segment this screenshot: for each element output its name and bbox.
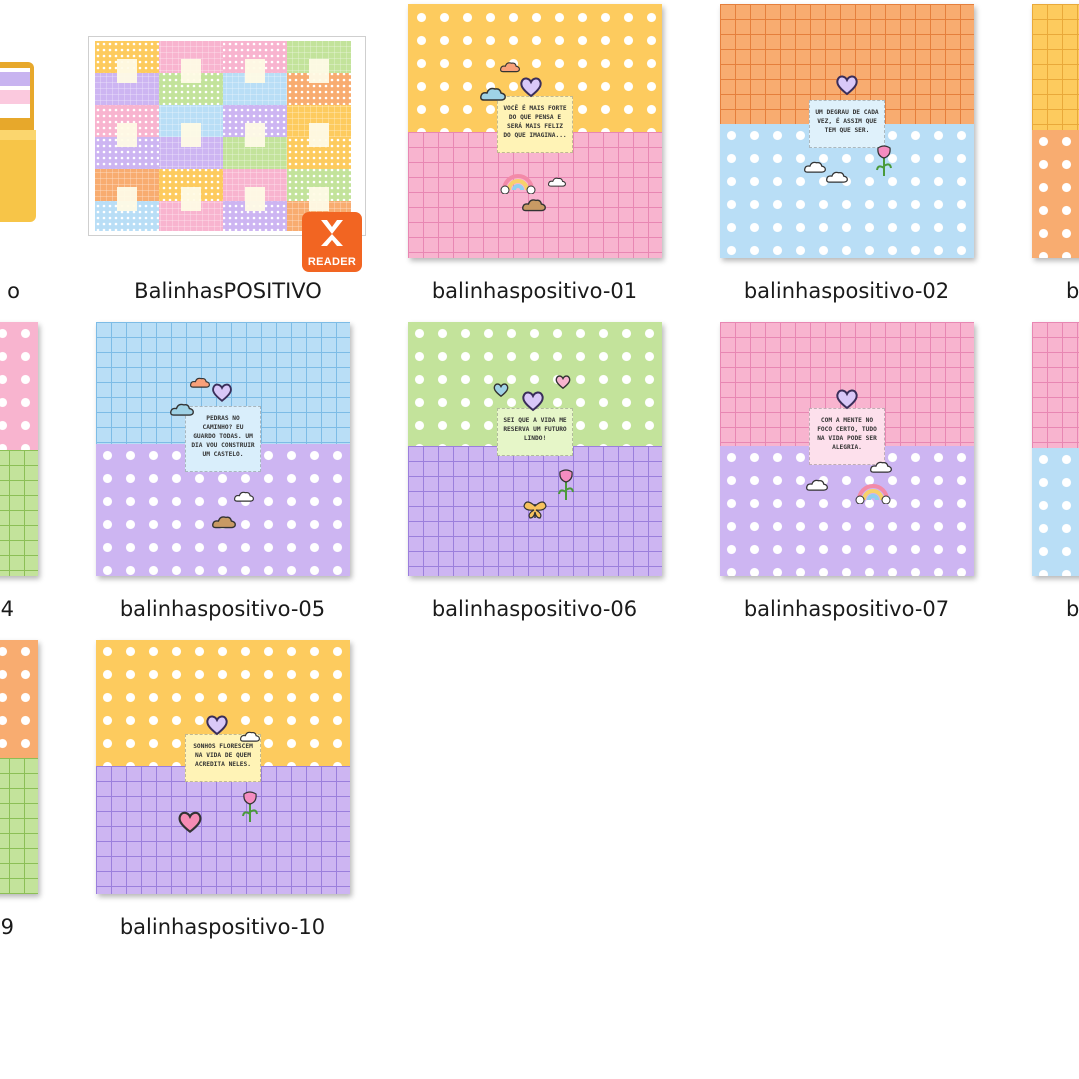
cloud-icon [826, 171, 848, 183]
cloud-icon [522, 199, 546, 212]
file-name: balinhaspositivo-07 [743, 597, 950, 621]
heart-icon [522, 391, 544, 412]
cloud-icon [500, 62, 520, 73]
quote-card: PEDRAS NO CAMINHO? EU GUARDO TODAS. UM D… [185, 406, 261, 472]
cloud-icon [240, 731, 260, 742]
file-name: 04 [0, 597, 14, 621]
butterfly-icon [523, 501, 547, 519]
heart-icon [493, 383, 509, 398]
image-thumbnail [1032, 4, 1079, 258]
heart-icon [206, 715, 228, 736]
file-name: balinhaspositivo-10 [119, 915, 326, 939]
file-item-image[interactable]: PEDRAS NO CAMINHO? EU GUARDO TODAS. UM D… [90, 318, 355, 628]
pdf-reader-icon: READER [302, 212, 362, 272]
pdf-thumbnail [88, 36, 366, 236]
flower-icon [242, 791, 258, 822]
file-name: b [1066, 597, 1079, 621]
cloud-icon [212, 516, 236, 529]
cloud-icon [806, 479, 828, 491]
cloud-icon [548, 177, 566, 187]
heart-icon [836, 75, 858, 96]
cloud-icon [190, 377, 210, 388]
image-thumbnail [1032, 322, 1079, 576]
file-explorer-large-icons-view: o READER BalinhasPOSITIVO VOCÊ É MAIS FO… [0, 0, 1079, 1079]
cloud-icon [870, 461, 892, 473]
file-item-image[interactable]: SONHOS FLORESCEM NA VIDA DE QUEM ACREDIT… [90, 636, 355, 946]
file-item-image[interactable]: UM DEGRAU DE CADA VEZ, É ASSIM QUE TEM Q… [714, 0, 979, 310]
file-name: b [1066, 279, 1079, 303]
rainbow-icon [500, 174, 536, 194]
image-thumbnail: UM DEGRAU DE CADA VEZ, É ASSIM QUE TEM Q… [720, 4, 974, 258]
image-thumbnail: COM A MENTE NO FOCO CERTO, TUDO NA VIDA … [720, 322, 974, 576]
quote-card: UM DEGRAU DE CADA VEZ, É ASSIM QUE TEM Q… [809, 100, 885, 148]
image-thumbnail [0, 640, 38, 894]
quote-card: SEI QUE A VIDA ME RESERVA UM FUTURO LIND… [497, 408, 573, 456]
image-thumbnail: SONHOS FLORESCEM NA VIDA DE QUEM ACREDIT… [96, 640, 350, 894]
heart-icon [212, 383, 232, 402]
file-name: o [7, 279, 20, 303]
quote-card: COM A MENTE NO FOCO CERTO, TUDO NA VIDA … [809, 408, 885, 465]
cloud-icon [480, 87, 506, 101]
heart-icon [178, 811, 202, 834]
file-name: balinhaspositivo-06 [431, 597, 638, 621]
file-item-image[interactable]: b [1026, 318, 1079, 628]
file-item-folder[interactable]: o [0, 0, 40, 310]
image-thumbnail: VOCÊ É MAIS FORTE DO QUE PENSA E SERÁ MA… [408, 4, 662, 258]
file-item-image[interactable]: VOCÊ É MAIS FORTE DO QUE PENSA E SERÁ MA… [402, 0, 667, 310]
file-item-image[interactable]: 04 [0, 318, 43, 628]
image-thumbnail: SEI QUE A VIDA ME RESERVA UM FUTURO LIND… [408, 322, 662, 576]
cloud-icon [804, 161, 826, 173]
file-item-image[interactable]: COM A MENTE NO FOCO CERTO, TUDO NA VIDA … [714, 318, 979, 628]
heart-icon [836, 389, 858, 410]
file-name: balinhaspositivo-01 [431, 279, 638, 303]
file-item-pdf[interactable]: READER BalinhasPOSITIVO [88, 0, 368, 310]
quote-card: VOCÊ É MAIS FORTE DO QUE PENSA E SERÁ MA… [497, 96, 573, 153]
image-thumbnail [0, 322, 38, 576]
heart-icon [555, 375, 571, 390]
rainbow-icon [855, 484, 891, 504]
file-item-image[interactable]: SEI QUE A VIDA ME RESERVA UM FUTURO LIND… [402, 318, 667, 628]
file-name: balinhaspositivo-02 [743, 279, 950, 303]
cloud-icon [170, 403, 194, 416]
file-item-image[interactable]: b [1026, 0, 1079, 310]
flower-icon [876, 145, 892, 176]
folder-icon [0, 60, 36, 226]
cloud-icon [234, 491, 254, 502]
file-item-image[interactable]: 09 [0, 636, 43, 946]
file-name: balinhaspositivo-05 [119, 597, 326, 621]
file-name: BalinhasPOSITIVO [134, 279, 322, 303]
flower-icon [558, 469, 574, 500]
image-thumbnail: PEDRAS NO CAMINHO? EU GUARDO TODAS. UM D… [96, 322, 350, 576]
file-name: 09 [0, 915, 14, 939]
heart-icon [520, 77, 542, 98]
